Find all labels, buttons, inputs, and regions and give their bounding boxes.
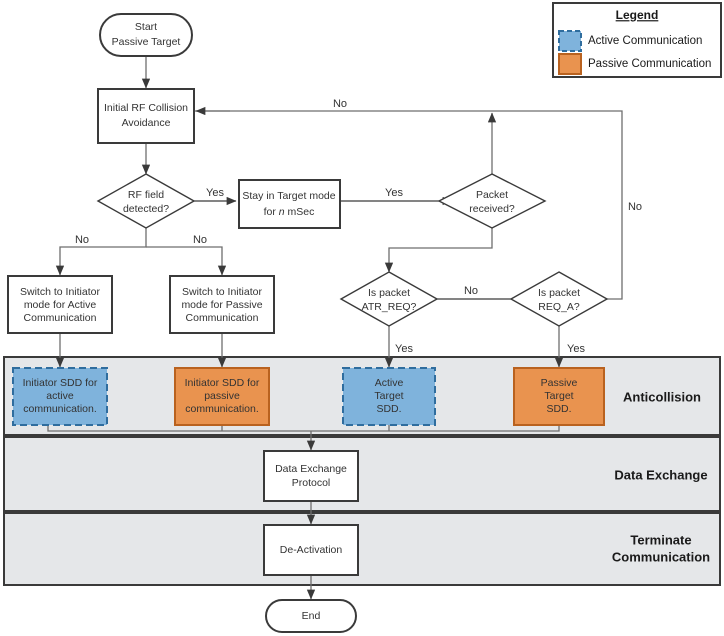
legend-label-active: Active Communication (588, 35, 702, 47)
node-stay-line2-post: mSec (285, 206, 315, 218)
node-end[interactable]: End (265, 599, 357, 633)
node-rf-field-line2: detected? (123, 203, 169, 215)
node-packet-received[interactable]: Packet received? (437, 173, 547, 229)
band-label-anticollision: Anticollision (623, 389, 701, 404)
node-reqa-line1: Is packet (538, 287, 580, 299)
node-passive-target-sdd-line3: SDD. (546, 403, 571, 415)
node-end-label: End (302, 610, 321, 622)
node-initiator-sdd-passive-line1: Initiator SDD for (185, 377, 260, 389)
node-active-target-sdd[interactable]: Active Target SDD. (342, 367, 436, 426)
band-label-terminate-line2: Communication (612, 549, 710, 564)
edge-label-rf-no-left: No (75, 234, 89, 246)
node-switch-passive-line3: Communication (186, 312, 259, 324)
node-switch-active-line2: mode for Active (24, 299, 97, 311)
node-active-target-sdd-line3: SDD. (376, 403, 401, 415)
node-initiator-sdd-active-line2: active (46, 390, 74, 402)
node-atr-line1: Is packet (368, 287, 410, 299)
legend-label-passive: Passive Communication (588, 58, 711, 70)
node-rf-field-line1: RF field (128, 189, 164, 201)
node-initiator-sdd-passive-line2: passive (204, 390, 240, 402)
node-switch-active-line3: Communication (24, 312, 97, 324)
node-data-exchange-protocol[interactable]: Data Exchange Protocol (263, 450, 359, 502)
node-initial-rf-line2: Avoidance (122, 117, 171, 129)
node-initiator-sdd-active[interactable]: Initiator SDD for active communication. (12, 367, 108, 426)
node-packet-received-line2: received? (469, 203, 515, 215)
edge-label-packet-no-top: No (333, 98, 347, 110)
edge-label-atr-yes: Yes (395, 343, 413, 355)
legend-title: Legend (616, 8, 659, 22)
node-start-line2: Passive Target (112, 36, 181, 48)
node-stay-line1: Stay in Target mode (242, 190, 335, 202)
node-rf-field-detected[interactable]: RF field detected? (96, 173, 196, 229)
node-switch-initiator-active[interactable]: Switch to Initiator mode for Active Comm… (7, 275, 113, 334)
band-terminate-communication: Terminate Communication (3, 512, 721, 586)
node-switch-passive-line1: Switch to Initiator (182, 286, 262, 298)
edge-label-rf-no-right: No (193, 234, 207, 246)
node-initial-rf-collision-avoidance[interactable]: Initial RF Collision Avoidance (97, 88, 195, 144)
node-initiator-sdd-active-line1: Initiator SDD for (23, 377, 98, 389)
node-is-packet-req-a[interactable]: Is packet REQ_A? (509, 271, 609, 327)
flowchart-svg: Anticollision Data Exchange Terminate Co… (3, 2, 722, 633)
node-reqa-line2: REQ_A? (538, 301, 580, 313)
node-initiator-sdd-passive-line3: communication. (185, 403, 259, 415)
node-start-line1: Start (135, 21, 157, 33)
legend: Legend Active Communication Passive Comm… (552, 2, 722, 78)
node-initiator-sdd-passive[interactable]: Initiator SDD for passive communication. (174, 367, 270, 426)
edge-label-reqa-no: No (628, 201, 642, 213)
flowchart-canvas: Anticollision Data Exchange Terminate Co… (0, 0, 724, 636)
edge-label-stay-yes: Yes (385, 187, 403, 199)
node-start-passive-target[interactable]: Start Passive Target (99, 13, 193, 57)
node-atr-line2: ATR_REQ? (362, 301, 417, 313)
node-stay-line2-pre: for (264, 206, 279, 218)
edge-rf-no-left (55, 228, 147, 276)
band-label-data-exchange: Data Exchange (614, 467, 707, 482)
node-switch-initiator-passive[interactable]: Switch to Initiator mode for Passive Com… (169, 275, 275, 334)
node-stay-line2: for n mSec (264, 206, 315, 218)
band-data-exchange: Data Exchange (3, 436, 721, 512)
edge-rf-no-right (146, 246, 227, 276)
node-data-exchange-line2: Protocol (292, 477, 331, 489)
node-packet-received-line1: Packet (476, 189, 508, 201)
node-passive-target-sdd[interactable]: Passive Target SDD. (513, 367, 605, 426)
legend-swatch-passive (558, 53, 582, 75)
node-is-packet-atr-req[interactable]: Is packet ATR_REQ? (339, 271, 439, 327)
band-label-terminate-line1: Terminate (630, 532, 691, 547)
edge-label-reqa-yes: Yes (567, 343, 585, 355)
node-de-activation[interactable]: De-Activation (263, 524, 359, 576)
edge-label-atr-no: No (464, 285, 478, 297)
legend-swatch-active (558, 30, 582, 52)
node-switch-active-line1: Switch to Initiator (20, 286, 100, 298)
node-stay-in-target-mode[interactable]: Stay in Target mode for n mSec (238, 179, 341, 229)
node-deactivation-label: De-Activation (280, 544, 343, 556)
node-active-target-sdd-line2: Target (374, 390, 403, 402)
node-active-target-sdd-line1: Active (375, 377, 404, 389)
edge-packet-to-atr (384, 228, 493, 273)
node-passive-target-sdd-line2: Target (544, 390, 573, 402)
node-passive-target-sdd-line1: Passive (541, 377, 578, 389)
node-data-exchange-line1: Data Exchange (275, 463, 347, 475)
node-switch-passive-line2: mode for Passive (181, 299, 262, 311)
edge-label-rf-yes: Yes (206, 187, 224, 199)
node-initial-rf-line1: Initial RF Collision (104, 102, 188, 114)
node-initiator-sdd-active-line3: communication. (23, 403, 97, 415)
